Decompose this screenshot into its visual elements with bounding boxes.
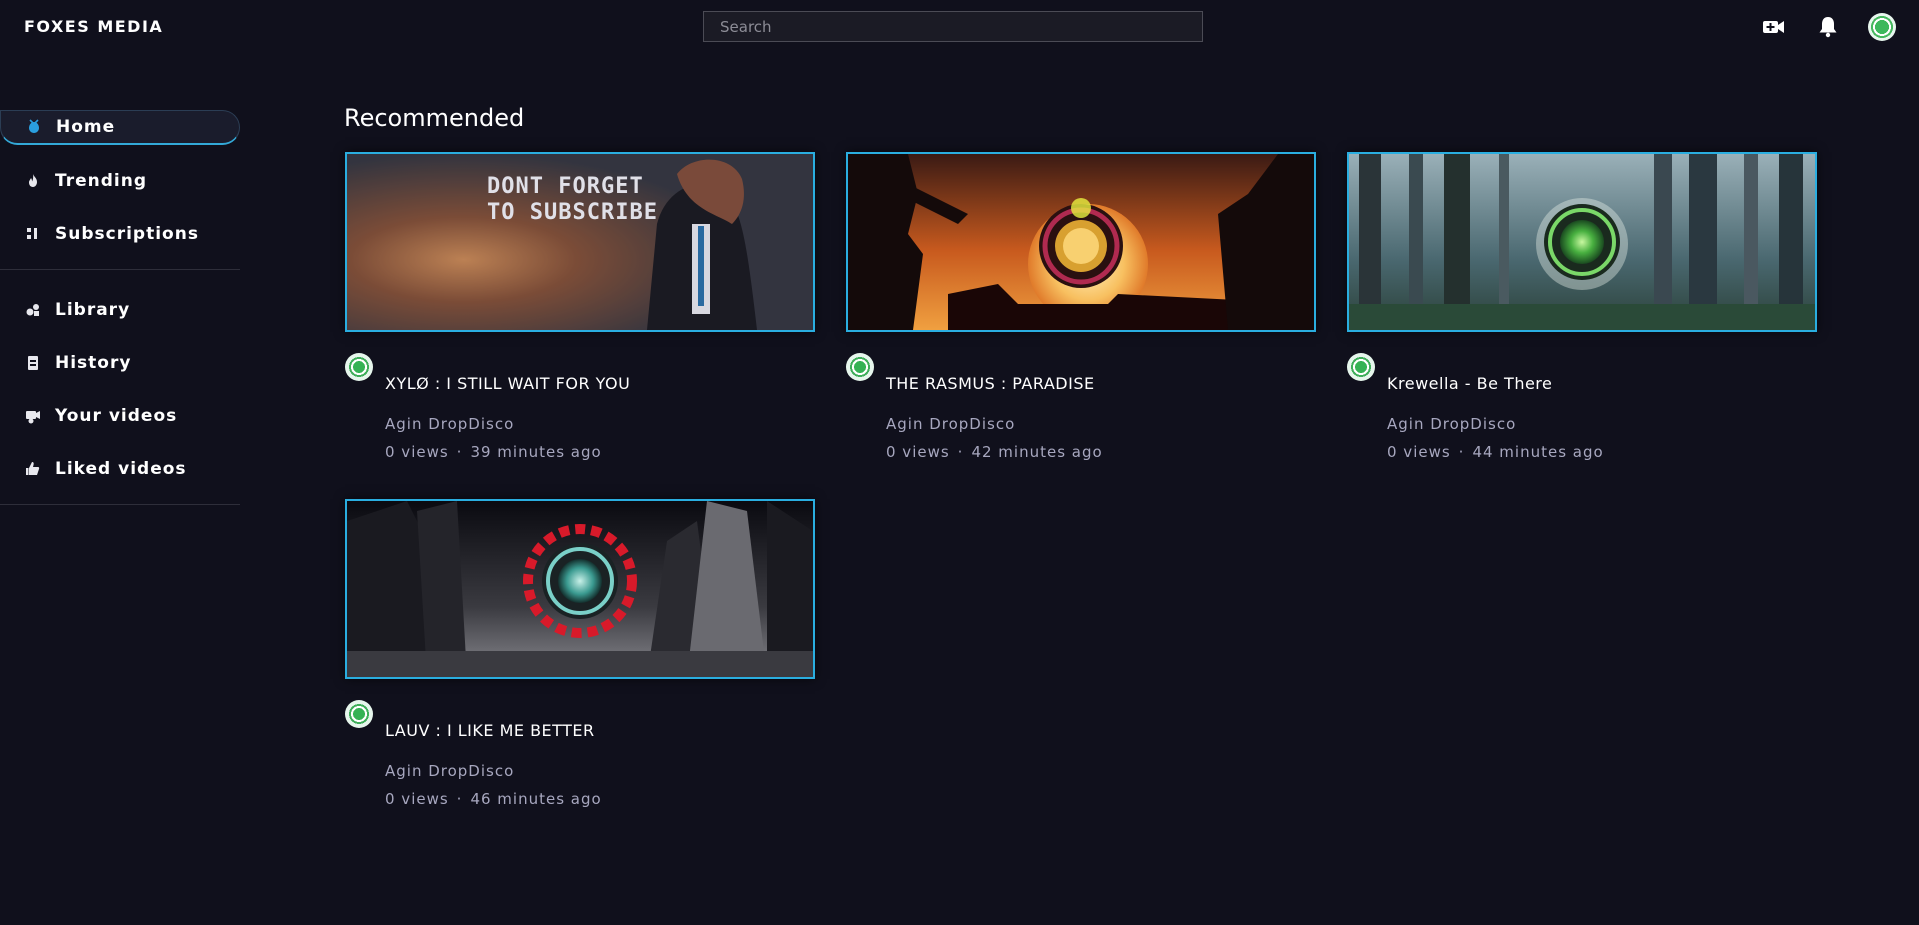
video-title[interactable]: THE RASMUS : PARADISE — [886, 374, 1095, 393]
view-count: 0 views — [886, 443, 950, 461]
upload-age: 46 minutes ago — [470, 790, 602, 808]
channel-name[interactable]: Agin DropDisco — [385, 762, 514, 780]
video-meta: 0 views · 39 minutes ago — [385, 443, 602, 461]
video-add-icon[interactable] — [1761, 14, 1787, 40]
history-icon — [24, 354, 42, 372]
channel-name[interactable]: Agin DropDisco — [886, 415, 1015, 433]
channel-name[interactable]: Agin DropDisco — [1387, 415, 1516, 433]
video-title[interactable]: XYLØ : I STILL WAIT FOR YOU — [385, 374, 630, 393]
sidebar-item-label: Your videos — [55, 405, 178, 426]
view-count: 0 views — [385, 443, 449, 461]
video-meta: 0 views · 46 minutes ago — [385, 790, 602, 808]
thumbnail-overlay-text: DONT FORGET TO SUBSCRIBE — [487, 174, 658, 226]
upload-age: 39 minutes ago — [470, 443, 602, 461]
fire-icon — [24, 172, 42, 190]
sidebar-item-label: Home — [56, 117, 116, 137]
sidebar-item-trending[interactable]: Trending — [0, 163, 240, 198]
home-icon — [25, 118, 43, 136]
sidebar-item-label: Trending — [55, 170, 148, 191]
video-thumbnail[interactable] — [1347, 152, 1817, 332]
sidebar-item-subscriptions[interactable]: Subscriptions — [0, 216, 240, 251]
sidebar-item-label: Liked videos — [55, 458, 187, 479]
meta-separator: · — [456, 443, 463, 461]
sidebar-divider — [0, 269, 240, 270]
sidebar-item-home[interactable]: Home — [0, 110, 240, 145]
video-title[interactable]: LAUV : I LIKE ME BETTER — [385, 721, 595, 740]
thumbnail-text-line: DONT FORGET — [487, 174, 644, 199]
meta-separator: · — [456, 790, 463, 808]
video-meta: 0 views · 42 minutes ago — [886, 443, 1103, 461]
liked-icon — [24, 460, 42, 478]
sidebar-item-label: Library — [55, 299, 131, 320]
bell-icon[interactable] — [1815, 14, 1841, 40]
channel-avatar[interactable] — [1347, 353, 1375, 381]
library-icon — [24, 301, 42, 319]
sidebar-item-library[interactable]: Library — [0, 292, 240, 327]
sidebar-item-label: History — [55, 352, 132, 373]
video-title[interactable]: Krewella - Be There — [1387, 374, 1552, 393]
video-meta: 0 views · 44 minutes ago — [1387, 443, 1604, 461]
video-card: DONT FORGET TO SUBSCRIBE XYLØ : I STILL … — [345, 152, 815, 461]
video-card: Krewella - Be There Agin DropDisco 0 vie… — [1347, 152, 1817, 461]
sidebar-divider — [0, 504, 240, 505]
video-card: LAUV : I LIKE ME BETTER Agin DropDisco 0… — [345, 499, 815, 808]
subscriptions-icon — [24, 225, 42, 243]
meta-separator: · — [957, 443, 964, 461]
sidebar-item-label: Subscriptions — [55, 223, 199, 244]
video-thumbnail[interactable] — [846, 152, 1316, 332]
sidebar-item-your-videos[interactable]: Your videos — [0, 398, 240, 433]
channel-avatar[interactable] — [345, 700, 373, 728]
sidebar-item-liked-videos[interactable]: Liked videos — [0, 451, 240, 486]
meta-separator: · — [1458, 443, 1465, 461]
your-videos-icon — [24, 407, 42, 425]
thumbnail-text-line: TO SUBSCRIBE — [487, 200, 658, 225]
channel-name[interactable]: Agin DropDisco — [385, 415, 514, 433]
view-count: 0 views — [1387, 443, 1451, 461]
sidebar: Home Trending Subscriptions Library Hist… — [0, 110, 240, 527]
view-count: 0 views — [385, 790, 449, 808]
channel-avatar[interactable] — [345, 353, 373, 381]
video-card: THE RASMUS : PARADISE Agin DropDisco 0 v… — [846, 152, 1316, 461]
app-logo[interactable]: FOXES MEDIA — [24, 17, 163, 36]
user-avatar[interactable] — [1868, 13, 1896, 41]
sidebar-item-history[interactable]: History — [0, 345, 240, 380]
video-thumbnail[interactable] — [345, 499, 815, 679]
upload-age: 44 minutes ago — [1472, 443, 1604, 461]
section-title: Recommended — [344, 104, 525, 132]
upload-age: 42 minutes ago — [971, 443, 1103, 461]
channel-avatar[interactable] — [846, 353, 874, 381]
video-thumbnail[interactable]: DONT FORGET TO SUBSCRIBE — [345, 152, 815, 332]
search-input[interactable] — [703, 11, 1203, 42]
top-bar: FOXES MEDIA — [0, 0, 1919, 54]
